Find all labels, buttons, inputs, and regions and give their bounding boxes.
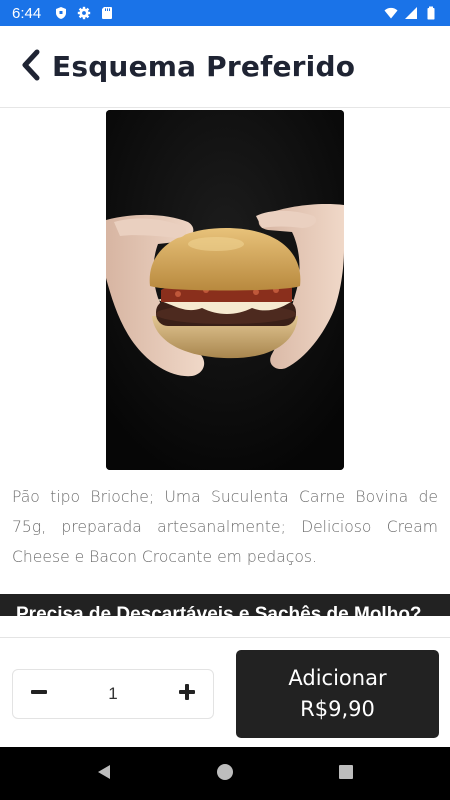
product-description: Pão tipo Brioche; Uma Suculenta Carne Bo… bbox=[12, 488, 438, 566]
battery-icon bbox=[424, 6, 438, 20]
system-nav-bar bbox=[0, 747, 450, 800]
gear-icon bbox=[77, 6, 91, 20]
signal-icon bbox=[404, 6, 418, 20]
page-title: Esquema Preferido bbox=[52, 50, 356, 83]
quantity-value: 1 bbox=[108, 684, 118, 703]
home-circle-icon bbox=[216, 763, 234, 785]
chevron-left-icon bbox=[20, 49, 42, 85]
plus-icon bbox=[178, 683, 196, 705]
quantity-stepper: 1 bbox=[12, 669, 214, 719]
add-to-cart-button[interactable]: Adicionar R$9,90 bbox=[236, 650, 439, 738]
nav-back-button[interactable] bbox=[92, 762, 116, 786]
add-button-price: R$9,90 bbox=[300, 697, 375, 721]
sd-card-icon bbox=[100, 6, 114, 20]
nav-recents-button[interactable] bbox=[334, 762, 358, 786]
options-section-title: Precisa de Descartáveis e Sachês de Molh… bbox=[16, 604, 422, 616]
app-bar: Esquema Preferido bbox=[0, 26, 450, 108]
increase-button[interactable] bbox=[173, 680, 201, 708]
decrease-button[interactable] bbox=[25, 680, 53, 708]
nav-home-button[interactable] bbox=[213, 762, 237, 786]
options-section-header[interactable]: Precisa de Descartáveis e Sachês de Molh… bbox=[0, 594, 450, 616]
back-triangle-icon bbox=[95, 763, 113, 785]
shield-icon bbox=[54, 6, 68, 20]
minus-icon bbox=[30, 683, 48, 705]
status-right bbox=[384, 6, 438, 20]
recents-square-icon bbox=[337, 763, 355, 785]
status-time: 6:44 bbox=[12, 4, 42, 22]
back-button[interactable] bbox=[14, 47, 48, 87]
product-content[interactable]: Pão tipo Brioche; Uma Suculenta Carne Bo… bbox=[0, 108, 450, 616]
bottom-bar: 1 Adicionar R$9,90 bbox=[0, 637, 450, 747]
status-left: 6:44 bbox=[12, 5, 114, 22]
add-button-label: Adicionar bbox=[288, 666, 387, 690]
wifi-icon bbox=[384, 6, 398, 20]
product-image bbox=[106, 110, 344, 470]
status-bar: 6:44 bbox=[0, 0, 450, 26]
